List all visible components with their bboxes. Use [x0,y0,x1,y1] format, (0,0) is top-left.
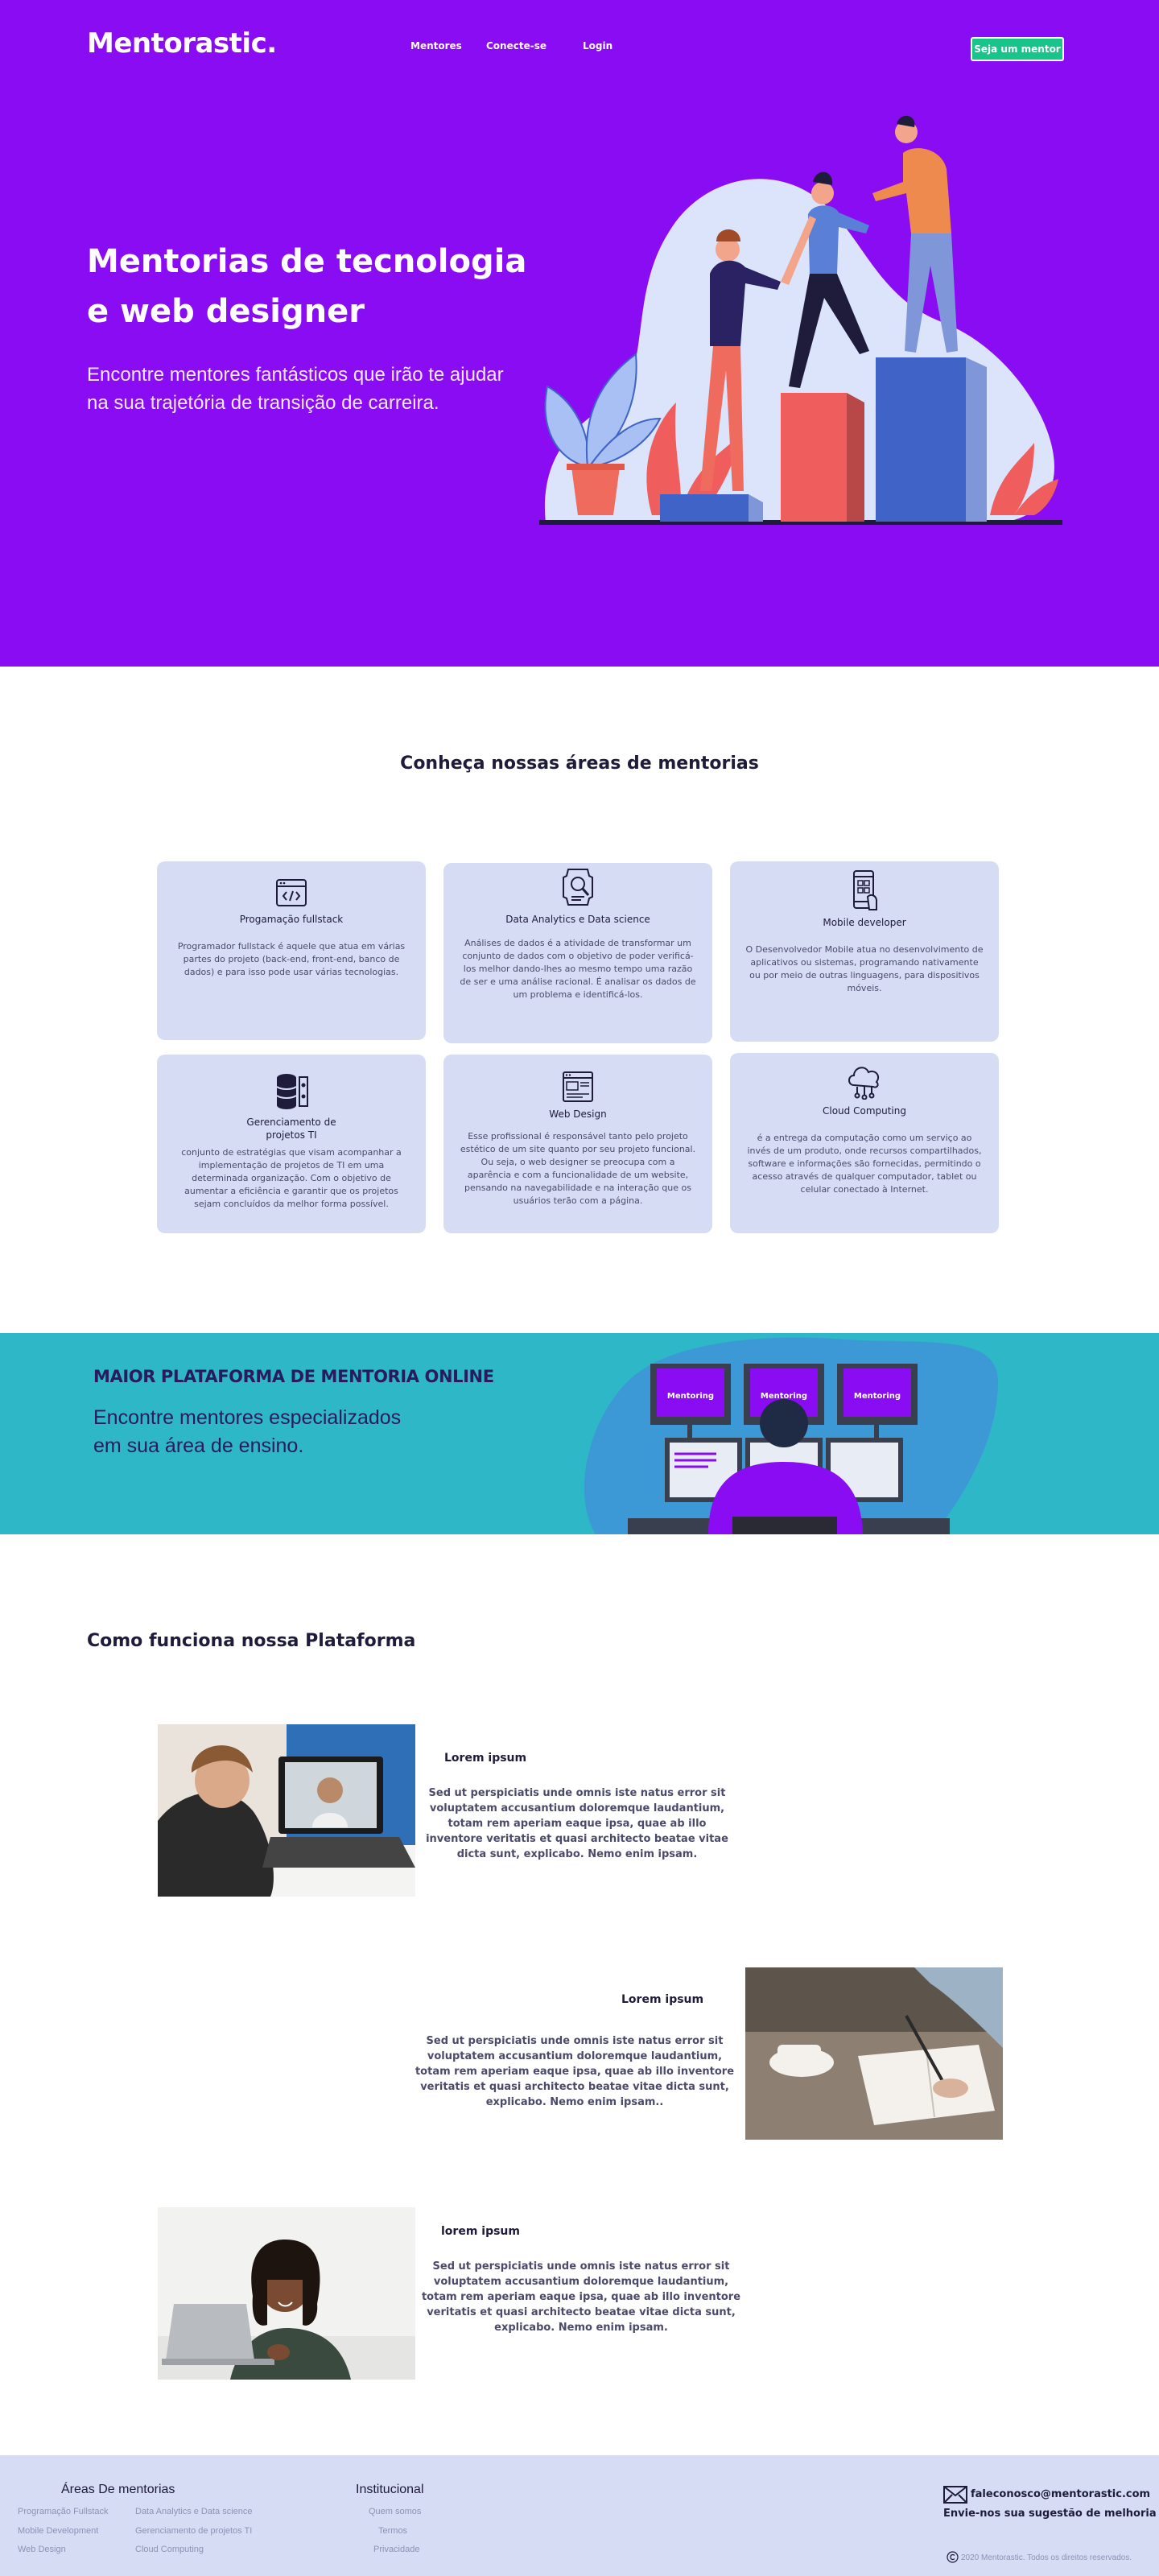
area-card-project-management[interactable]: Gerenciamento de projetos TI conjunto de… [157,1055,426,1233]
code-window-icon [276,879,307,906]
web-design-icon [563,1071,593,1102]
footer: Áreas De mentorias Programação Fullstack… [0,2455,1159,2576]
copyright-icon [947,2551,959,2563]
how-it-works-title: Como funciona nossa Plataforma [87,1631,416,1651]
step-3-heading: lorem ipsum [441,2225,520,2238]
footer-link[interactable]: Termos [378,2526,407,2536]
smiling-woman-laptop-photo [158,2207,415,2380]
mobile-phone-icon [853,870,877,910]
footer-link[interactable]: Mobile Development [18,2526,98,2536]
become-mentor-button[interactable]: Seja um mentor [971,37,1064,61]
card-description: Esse profissional é responsável tanto pe… [460,1131,696,1206]
card-title: Mobile developer [823,917,906,928]
step-1-heading: Lorem ipsum [444,1752,527,1765]
screen-label: Mentoring [667,1392,714,1401]
footer-link[interactable]: Quem somos [369,2507,421,2516]
footer-institutional-heading: Institucional [356,2483,424,2496]
step-2-heading: Lorem ipsum [621,1993,704,2006]
area-card-cloud[interactable]: Cloud Computing é a entrega da computaçã… [730,1053,999,1233]
nav-login[interactable]: Login [583,40,612,52]
footer-link[interactable]: Gerenciamento de projetos TI [135,2526,252,2536]
card-description: Programador fullstack é aquele que atua … [177,941,406,977]
nav-mentores[interactable]: Mentores [410,40,462,52]
video-call-photo [158,1724,415,1897]
card-description: O Desenvolvedor Mobile atua no desenvolv… [745,944,984,993]
card-title: Web Design [549,1108,607,1120]
footer-areas-heading: Áreas De mentorias [61,2483,175,2496]
step-2-text: Sed ut perspiciatis unde omnis iste natu… [415,2035,735,2108]
area-card-web-design[interactable]: Web Design Esse profissional é responsáv… [443,1055,712,1233]
step-3-text: Sed ut perspiciatis unde omnis iste natu… [421,2260,741,2334]
hero-section: Mentorastic. Mentores Conecte-se Login S… [0,0,1159,667]
card-description: conjunto de estratégias que visam acompa… [181,1147,402,1209]
screen-label: Mentoring [854,1392,901,1401]
logo[interactable]: Mentorastic. [87,27,277,60]
footer-link[interactable]: Data Analytics e Data science [135,2507,253,2516]
card-title: Progamação fullstack [239,914,344,925]
footer-link[interactable]: Cloud Computing [135,2545,204,2554]
data-analytics-icon [563,869,593,906]
banner-title: MAIOR PLATAFORMA DE MENTORIA ONLINE [93,1367,494,1386]
card-title: Gerenciamento de projetos TI [246,1117,336,1141]
banner-subtitle: Encontre mentores especializados em sua … [93,1406,402,1457]
step-1-text: Sed ut perspiciatis unde omnis iste natu… [426,1787,728,1860]
footer-email[interactable]: faleconosco@mentorastic.com [971,2488,1150,2500]
footer-link[interactable]: Privacidade [373,2545,419,2554]
platform-banner: MAIOR PLATAFORMA DE MENTORIA ONLINE Enco… [0,1333,1159,1534]
writing-notebook-photo [745,1967,1003,2140]
card-title: Data Analytics e Data science [505,914,650,925]
area-card-fullstack[interactable]: Progamação fullstack Programador fullsta… [157,861,426,1040]
footer-copyright: 2020 Mentorastic. Todos os direitos rese… [961,2553,1132,2562]
envelope-icon [943,2486,967,2504]
hero-subtitle: Encontre mentores fantásticos que irão t… [87,364,504,414]
card-description: é a entrega da computação como um serviç… [747,1133,982,1195]
cloud-computing-icon [848,1067,880,1100]
hero-title: Mentorias de tecnologia e web designer [87,243,527,330]
area-card-data-analytics[interactable]: Data Analytics e Data science Análises d… [443,863,712,1043]
nav-conecte-se[interactable]: Conecte-se [486,40,547,52]
footer-link[interactable]: Web Design [18,2545,66,2554]
area-card-mobile[interactable]: Mobile developer O Desenvolvedor Mobile … [730,861,999,1042]
footer-link[interactable]: Programação Fullstack [18,2507,109,2516]
card-description: Análises de dados é a atividade de trans… [460,938,696,1000]
mentoring-screens-illustration: Mentoring Mentoring Mentoring [584,1337,998,1534]
hero-teamwork-illustration [539,115,1062,525]
database-settings-icon [276,1074,308,1109]
card-title: Cloud Computing [823,1105,906,1117]
areas-section-title: Conheça nossas áreas de mentorias [400,753,759,774]
footer-email-subtitle: Envie-nos sua sugestão de melhoria [943,2508,1157,2520]
